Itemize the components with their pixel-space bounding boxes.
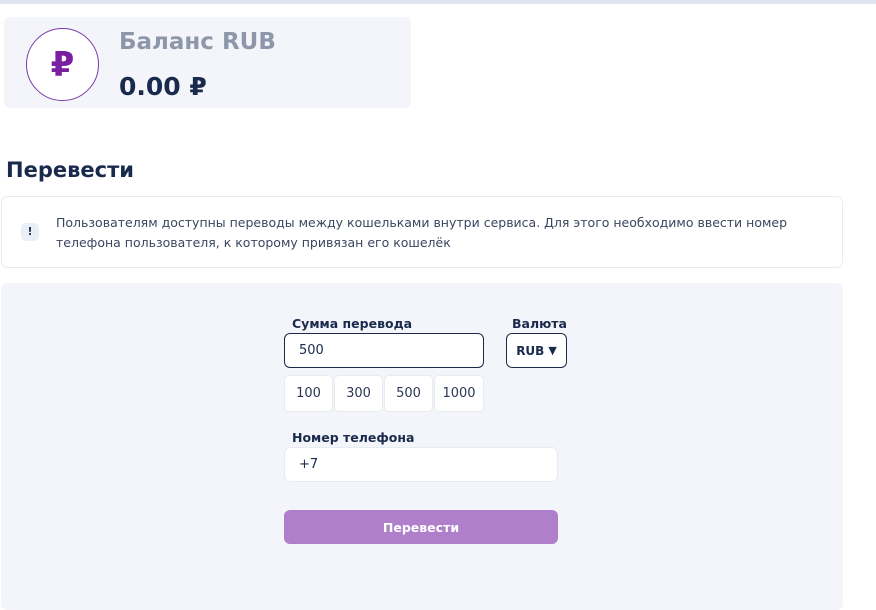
currency-select-value: RUB [516, 343, 545, 358]
phone-input[interactable] [284, 447, 558, 482]
currency-label: Валюта [512, 316, 567, 331]
transfer-submit-button[interactable]: Перевести [284, 510, 558, 544]
phone-label: Номер телефона [292, 430, 415, 445]
preset-amount-button[interactable]: 300 [334, 375, 383, 412]
amount-label: Сумма перевода [292, 316, 413, 331]
balance-amount: 0.00 ₽ [119, 72, 207, 101]
balance-card: ₽ Баланс RUB 0.00 ₽ [4, 17, 411, 108]
amount-input[interactable] [284, 333, 484, 368]
page-title: Перевести [6, 158, 134, 182]
exclamation-icon: ! [21, 223, 39, 241]
ruble-symbol: ₽ [50, 44, 75, 85]
ruble-icon: ₽ [26, 28, 99, 101]
top-divider [0, 0, 876, 4]
preset-amount-button[interactable]: 1000 [434, 375, 484, 412]
info-text: Пользователям доступны переводы между ко… [56, 215, 788, 250]
caret-down-icon: ▼ [548, 344, 557, 357]
preset-amount-button[interactable]: 100 [284, 375, 333, 412]
preset-amount-button[interactable]: 500 [384, 375, 433, 412]
currency-select[interactable]: RUB ▼ [506, 333, 567, 368]
info-notice: ! Пользователям доступны переводы между … [1, 196, 843, 268]
balance-title: Баланс RUB [119, 29, 276, 55]
